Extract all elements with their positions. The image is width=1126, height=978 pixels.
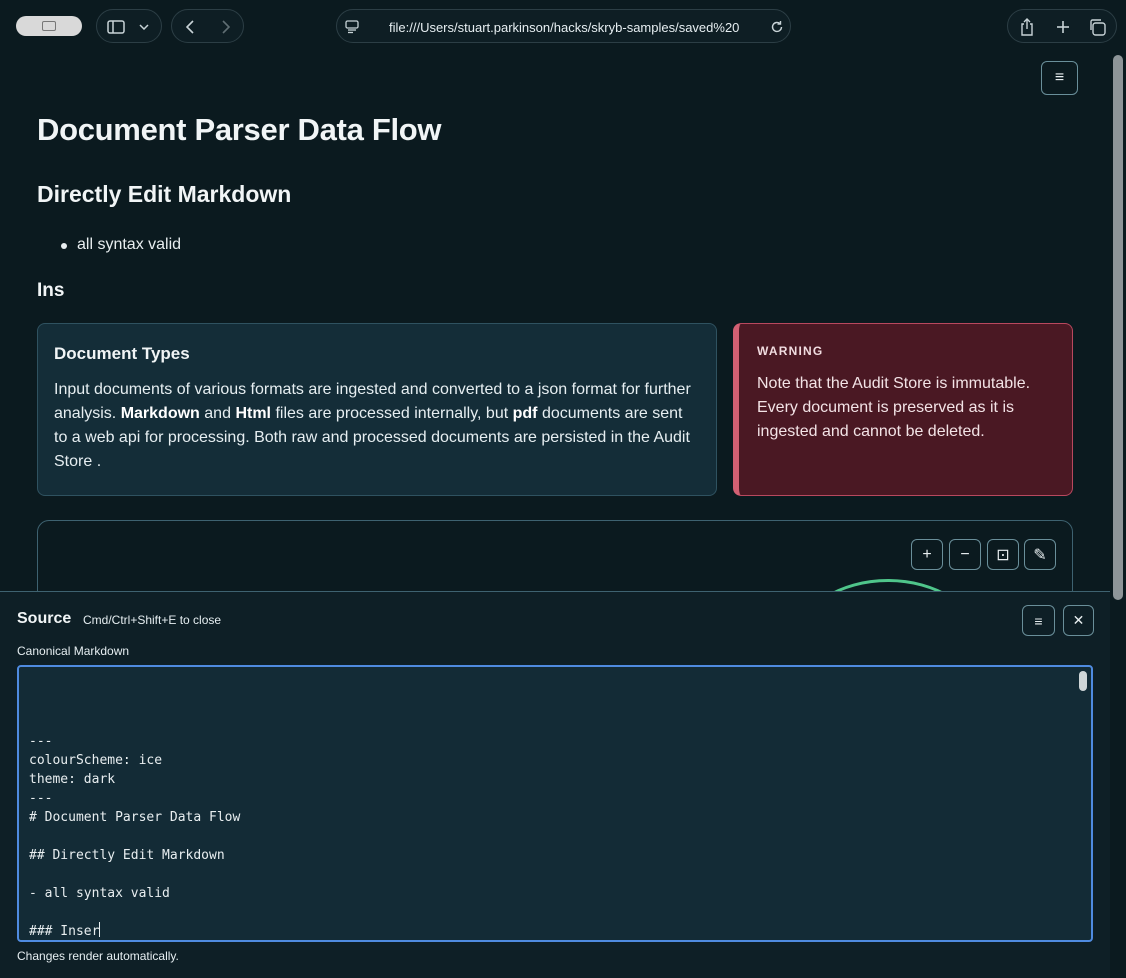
warning-body: Note that the Audit Store is immutable. … (757, 375, 1031, 440)
page-settings-icon[interactable] (343, 18, 361, 36)
page-title: Document Parser Data Flow (37, 112, 442, 147)
section-heading: Ins (37, 280, 65, 301)
page-subtitle: Directly Edit Markdown (37, 181, 292, 207)
history-nav (171, 9, 244, 43)
url-text[interactable]: file:///Users/stuart.parkinson/hacks/skr… (389, 20, 759, 35)
hamburger-icon: ≡ (1034, 612, 1043, 629)
editor-scrollbar[interactable] (1079, 671, 1087, 691)
editor-line[interactable] (29, 827, 1081, 846)
editor-line[interactable]: --- (29, 789, 1081, 808)
editor-line[interactable]: ### Inser (29, 922, 1081, 940)
sidebar-icon[interactable] (105, 17, 127, 37)
editor-line[interactable]: --- (29, 732, 1081, 751)
editor-line[interactable]: - all syntax valid (29, 884, 1081, 903)
editor-line[interactable]: ## Directly Edit Markdown (29, 846, 1081, 865)
markdown-editor[interactable]: --- colourScheme: ice theme: dark --- # Docu… (17, 665, 1093, 942)
source-menu-button[interactable]: ≡ (1022, 605, 1055, 636)
text-caret (99, 922, 101, 937)
new-tab-icon[interactable] (1052, 16, 1074, 38)
back-icon[interactable] (180, 17, 200, 37)
page-menu-button[interactable]: ≡ (1041, 61, 1078, 95)
chevron-down-icon[interactable] (135, 17, 153, 37)
tab-overview-icon[interactable] (1086, 16, 1108, 38)
browser-actions (1007, 9, 1117, 43)
editor-label: Canonical Markdown (17, 644, 130, 658)
panel-body: Input documents of various formats are i… (54, 381, 691, 470)
source-hint: Cmd/Ctrl+Shift+E to close (83, 613, 222, 627)
zoom-out-button[interactable]: − (949, 539, 981, 570)
close-source-button[interactable]: ✕ (1063, 605, 1094, 636)
editor-footer: Changes render automatically. (17, 949, 179, 963)
warning-title: WARNING (757, 344, 824, 358)
editor-line[interactable]: colourScheme: ice (29, 751, 1081, 770)
close-icon: ✕ (1072, 612, 1085, 628)
fit-view-button[interactable]: ⊡ (987, 539, 1019, 570)
warning-callout: WARNING Note that the Audit Store is imm… (733, 323, 1073, 496)
panel-title: Document Types (54, 344, 190, 363)
forward-icon[interactable] (216, 17, 236, 37)
address-bar[interactable]: file:///Users/stuart.parkinson/hacks/skr… (336, 9, 791, 43)
window-tab-indicator[interactable] (16, 16, 82, 36)
hamburger-icon: ≡ (1054, 69, 1065, 86)
share-icon[interactable] (1016, 16, 1038, 38)
editor-line[interactable] (29, 903, 1081, 922)
sidebar-toggle-group[interactable] (96, 9, 162, 43)
screen-icon (42, 21, 56, 31)
zoom-in-button[interactable]: + (911, 539, 943, 570)
editor-line[interactable] (29, 941, 1081, 942)
edit-diagram-button[interactable]: ✎ (1024, 539, 1056, 570)
editor-line[interactable]: # Document Parser Data Flow (29, 808, 1081, 827)
reload-icon[interactable] (768, 18, 786, 36)
page-scrollbar[interactable] (1113, 55, 1123, 600)
list-item: all syntax valid (61, 236, 181, 254)
document-types-panel: Document Types Input documents of variou… (37, 323, 717, 496)
source-panel: Source Cmd/Ctrl+Shift+E to close ≡ ✕ Can… (0, 591, 1110, 978)
editor-line[interactable] (29, 865, 1081, 884)
source-title: Source (17, 610, 72, 627)
editor-line[interactable]: theme: dark (29, 770, 1081, 789)
browser-toolbar: file:///Users/stuart.parkinson/hacks/skr… (0, 0, 1126, 52)
